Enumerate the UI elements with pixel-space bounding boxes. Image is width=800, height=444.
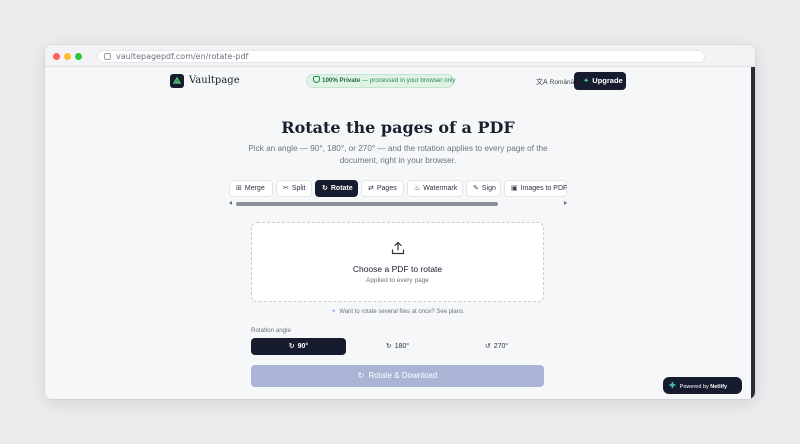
dropzone-subtitle: Applied to every page [366, 277, 429, 284]
privacy-strong: 100% Private [322, 77, 361, 84]
lock-icon [104, 53, 111, 60]
tab-pages[interactable]: ⇄ Pages [361, 180, 404, 197]
watermark-icon: ♨ [414, 185, 421, 192]
tab-merge[interactable]: ⊞ Merge [229, 180, 273, 197]
pen-icon: ✎ [473, 185, 479, 192]
tab-rotate[interactable]: ↻ Rotate [315, 180, 358, 197]
upgrade-label: Upgrade [592, 76, 623, 85]
image-icon: ▣ [511, 185, 518, 192]
upload-icon [391, 241, 405, 255]
angle-label-270: 270° [493, 343, 509, 350]
brand-name[interactable]: Vaultpage [189, 75, 240, 86]
badge-prefix: Powered by [679, 384, 711, 390]
logo-icon[interactable] [170, 74, 184, 88]
browser-window: vaultepagepdf.com/en/rotate-pdf Vaultpag… [45, 45, 755, 399]
page-scrollbar[interactable] [751, 67, 755, 399]
page-subtitle: Pick an angle — 90°, 180°, or 270° — and… [248, 144, 548, 165]
browser-chrome: vaultepagepdf.com/en/rotate-pdf [45, 45, 755, 67]
tab-watermark[interactable]: ♨ Watermark [407, 180, 463, 197]
scrollbar-thumb[interactable] [236, 202, 498, 206]
rotation-label: Rotation angle [251, 327, 291, 334]
bolt-icon: ✦ [583, 76, 590, 85]
tab-split[interactable]: ✂ Split [276, 180, 312, 197]
tab-label: Images to PDF [520, 185, 568, 192]
rotate-cw-icon: ↻ [385, 343, 392, 350]
tab-label: Merge [244, 185, 265, 192]
upgrade-button[interactable]: ✦ Upgrade [574, 72, 626, 90]
rotate-cw-icon: ↻ [288, 343, 295, 350]
action-label: Rotate & Download [368, 371, 438, 380]
netlify-icon: ✚ [669, 381, 676, 390]
translate-icon: 文A [536, 79, 548, 86]
tab-sign[interactable]: ✎ Sign [466, 180, 501, 197]
scroll-left-icon[interactable] [229, 201, 232, 205]
rotate-icon: ↻ [322, 185, 328, 192]
shield-icon [313, 76, 320, 83]
angle-label-90: 90° [297, 343, 309, 350]
tab-label: Sign [481, 185, 496, 192]
netlify-badge[interactable]: ✚ Powered by Netlify [663, 377, 742, 394]
angle-90-button[interactable]: ↻ 90° [251, 338, 346, 355]
site-header: Vaultpage 100% Private — processed in yo… [45, 67, 751, 97]
tab-images-to-pdf[interactable]: ▣ Images to PDF [504, 180, 567, 197]
language-label: Română [549, 79, 575, 86]
privacy-text: — processed in your browser only [360, 77, 456, 84]
angle-label-180: 180° [394, 343, 410, 350]
merge-icon: ⊞ [236, 185, 242, 192]
tabs-scrollbar[interactable] [229, 201, 567, 206]
rotate-icon: ↻ [357, 371, 365, 380]
angle-270-button[interactable]: ↺ 270° [449, 338, 544, 355]
tab-label: Rotate [330, 185, 353, 192]
scroll-right-icon[interactable] [564, 201, 567, 205]
tab-label: Pages [376, 185, 397, 192]
plans-hint[interactable]: ✧ Want to rotate several files at once? S… [45, 308, 751, 315]
page-title: Rotate the pages of a PDF [281, 118, 515, 137]
sparkle-icon: ✧ [331, 309, 337, 315]
tab-label: Watermark [423, 185, 458, 192]
pages-icon: ⇄ [368, 185, 374, 192]
hint-text: Want to rotate several files at once? Se… [339, 309, 465, 315]
address-bar[interactable]: vaultepagepdf.com/en/rotate-pdf [97, 50, 705, 63]
angle-180-button[interactable]: ↻ 180° [350, 338, 445, 355]
language-switcher[interactable]: 文A Română [536, 77, 574, 87]
minimize-window-button[interactable] [64, 53, 71, 60]
url-text: vaultepagepdf.com/en/rotate-pdf [116, 52, 249, 61]
dropzone-title: Choose a PDF to rotate [352, 264, 443, 274]
tab-label: Split [291, 185, 306, 192]
file-dropzone[interactable]: Choose a PDF to rotate Applied to every … [251, 222, 544, 302]
close-window-button[interactable] [53, 53, 60, 60]
rotate-ccw-icon: ↺ [484, 343, 491, 350]
badge-brand: Netlify [710, 384, 728, 390]
privacy-badge: 100% Private — processed in your browser… [306, 74, 456, 88]
scissors-icon: ✂ [283, 185, 289, 192]
rotate-download-button[interactable]: ↻ Rotate & Download [251, 365, 544, 387]
maximize-window-button[interactable] [75, 53, 82, 60]
